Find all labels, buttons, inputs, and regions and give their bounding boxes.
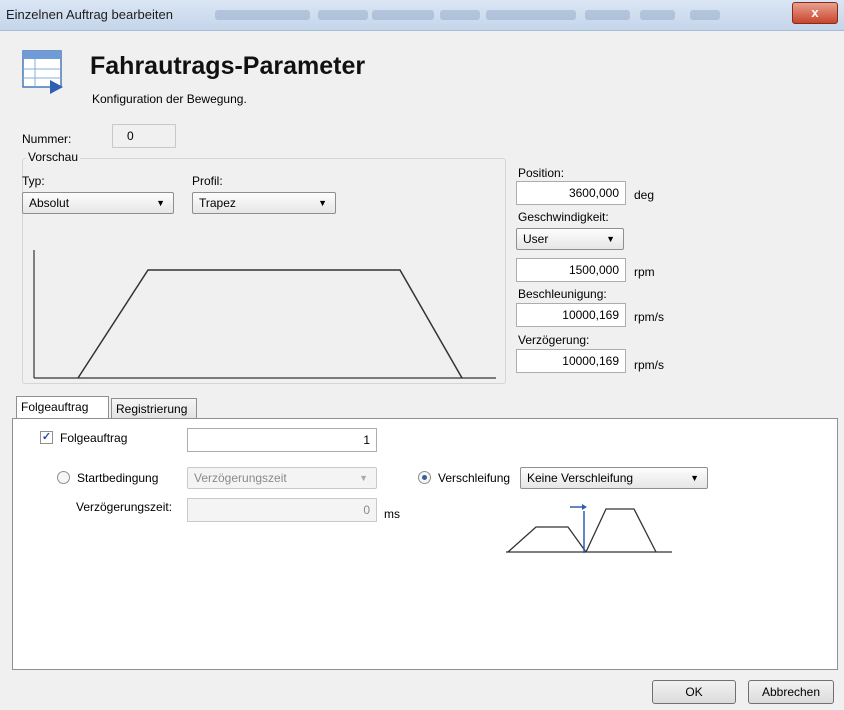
- chevron-down-icon: ▼: [318, 198, 327, 208]
- beschleunigung-input[interactable]: 10000,169: [516, 303, 626, 327]
- tab-folgeauftrag[interactable]: Folgeauftrag: [16, 396, 109, 418]
- table-icon: [22, 50, 63, 94]
- preview-caption: Vorschau: [26, 150, 81, 164]
- beschleunigung-label: Beschleunigung:: [518, 287, 607, 301]
- delay-unit: ms: [384, 507, 400, 521]
- page-title: Fahrautrags-Parameter: [90, 52, 366, 80]
- tab-panel: [12, 418, 838, 670]
- startbedingung-value: Verzögerungszeit: [194, 471, 287, 485]
- page-subtitle: Konfiguration der Bewegung.: [92, 92, 247, 106]
- folgeauftrag-input[interactable]: 1: [187, 428, 377, 452]
- folgeauftrag-checkbox[interactable]: ✓: [40, 431, 53, 444]
- tab-registrierung[interactable]: Registrierung: [111, 398, 197, 418]
- typ-value: Absolut: [29, 196, 70, 210]
- verschleifung-select[interactable]: Keine Verschleifung ▼: [520, 467, 708, 489]
- nummer-label: Nummer:: [22, 132, 72, 146]
- position-input[interactable]: 3600,000: [516, 181, 626, 205]
- window-title: Einzelnen Auftrag bearbeiten: [6, 7, 173, 22]
- blurred-area: [640, 10, 675, 20]
- blurred-area: [690, 10, 720, 20]
- typ-select[interactable]: Absolut ▼: [22, 192, 174, 214]
- blurred-area: [372, 10, 434, 20]
- verzoegerung-input[interactable]: 10000,169: [516, 349, 626, 373]
- verschleifung-radio[interactable]: [418, 471, 431, 484]
- trapezoid-profile-line: [77, 269, 463, 379]
- chevron-down-icon: ▼: [156, 198, 165, 208]
- typ-label: Typ:: [22, 174, 45, 188]
- startbedingung-radio[interactable]: [57, 471, 70, 484]
- delay-input[interactable]: 0: [187, 498, 377, 522]
- cancel-button[interactable]: Abbrechen: [748, 680, 834, 704]
- title-bar: Einzelnen Auftrag bearbeiten x: [0, 0, 844, 31]
- ok-button[interactable]: OK: [652, 680, 736, 704]
- geschwindigkeit-mode-value: User: [523, 232, 549, 246]
- chevron-down-icon: ▼: [359, 473, 368, 483]
- folgeauftrag-label: Folgeauftrag: [60, 431, 128, 445]
- verschleifung-label: Verschleifung: [438, 471, 511, 485]
- chevron-down-icon: ▼: [606, 234, 615, 244]
- startbedingung-select[interactable]: Verzögerungszeit ▼: [187, 467, 377, 489]
- startbedingung-label: Startbedingung: [77, 471, 159, 485]
- blurred-area: [486, 10, 576, 20]
- blurred-area: [440, 10, 480, 20]
- profil-select[interactable]: Trapez ▼: [192, 192, 336, 214]
- velocity-profile-chart: [33, 250, 496, 379]
- profil-label: Profil:: [192, 174, 223, 188]
- nummer-field: 0: [112, 124, 176, 148]
- geschwindigkeit-mode-select[interactable]: User ▼: [516, 228, 624, 250]
- verschleifung-value: Keine Verschleifung: [527, 471, 634, 485]
- position-unit: deg: [634, 188, 655, 202]
- verzoegerung-unit: rpm/s: [634, 358, 664, 372]
- profil-value: Trapez: [199, 196, 236, 210]
- chevron-down-icon: ▼: [690, 473, 699, 483]
- geschwindigkeit-input[interactable]: 1500,000: [516, 258, 626, 282]
- geschwindigkeit-label: Geschwindigkeit:: [518, 210, 609, 224]
- delay-label: Verzögerungszeit:: [76, 500, 173, 514]
- verzoegerung-label: Verzögerung:: [518, 333, 590, 347]
- position-label: Position:: [518, 166, 565, 180]
- blurred-area: [215, 10, 310, 20]
- blending-diagram-icon: [506, 504, 672, 553]
- geschwindigkeit-unit: rpm: [634, 265, 655, 279]
- blurred-area: [318, 10, 368, 20]
- blurred-area: [585, 10, 630, 20]
- beschleunigung-unit: rpm/s: [634, 310, 664, 324]
- close-button[interactable]: x: [792, 2, 838, 24]
